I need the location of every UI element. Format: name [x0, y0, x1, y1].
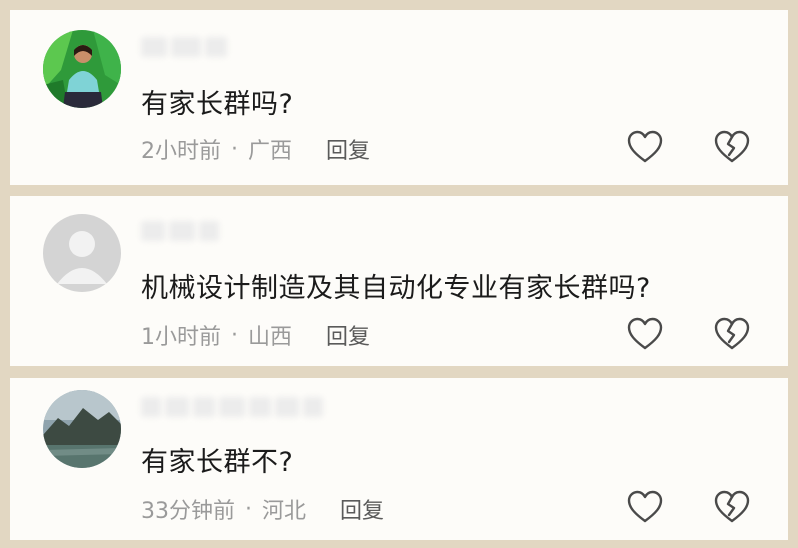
comment-feed: 有家长群吗? 2小时前 · 广西 回复 机械设计制造及其自动化专业有家长群吗? …: [0, 0, 798, 548]
comment-time: 2小时前: [141, 139, 221, 164]
meta-separator: ·: [231, 322, 238, 348]
comment-text: 有家长群不?: [141, 447, 294, 478]
dislike-broken-heart-icon[interactable]: [713, 316, 751, 352]
username-blurred[interactable]: [141, 396, 323, 418]
comment-meta: 2小时前 · 广西 回复: [141, 133, 370, 165]
username-blurred[interactable]: [141, 36, 227, 58]
avatar-photo-person-in-green-icon: [43, 30, 121, 108]
username-blurred[interactable]: [141, 220, 219, 242]
comment-meta: 33分钟前 · 河北 回复: [141, 493, 384, 525]
reply-button[interactable]: 回复: [340, 493, 384, 525]
meta-separator: ·: [245, 496, 252, 522]
reply-button[interactable]: 回复: [326, 319, 370, 351]
avatar[interactable]: [43, 30, 121, 108]
comment-time: 1小时前: [141, 325, 221, 350]
avatar[interactable]: [43, 214, 121, 292]
comment-location: 山西: [248, 325, 293, 350]
dislike-broken-heart-icon[interactable]: [713, 489, 751, 525]
comment-card: 有家长群吗? 2小时前 · 广西 回复: [10, 10, 788, 185]
comment-time: 33分钟前: [141, 499, 235, 524]
meta-separator: ·: [231, 136, 238, 162]
like-heart-icon[interactable]: [626, 489, 664, 525]
avatar-photo-landscape-icon: [43, 390, 121, 468]
dislike-broken-heart-icon[interactable]: [713, 129, 751, 165]
reply-button[interactable]: 回复: [326, 133, 370, 165]
like-heart-icon[interactable]: [626, 316, 664, 352]
comment-location: 河北: [262, 499, 307, 524]
comment-location: 广西: [248, 139, 293, 164]
avatar[interactable]: [43, 390, 121, 468]
comment-text: 有家长群吗?: [141, 89, 294, 120]
default-avatar-icon: [43, 214, 121, 292]
comment-card: 有家长群不? 33分钟前 · 河北 回复: [10, 378, 788, 540]
comment-card: 机械设计制造及其自动化专业有家长群吗? 1小时前 · 山西 回复: [10, 196, 788, 366]
comment-text: 机械设计制造及其自动化专业有家长群吗?: [141, 273, 651, 304]
comment-meta: 1小时前 · 山西 回复: [141, 319, 370, 351]
like-heart-icon[interactable]: [626, 129, 664, 165]
